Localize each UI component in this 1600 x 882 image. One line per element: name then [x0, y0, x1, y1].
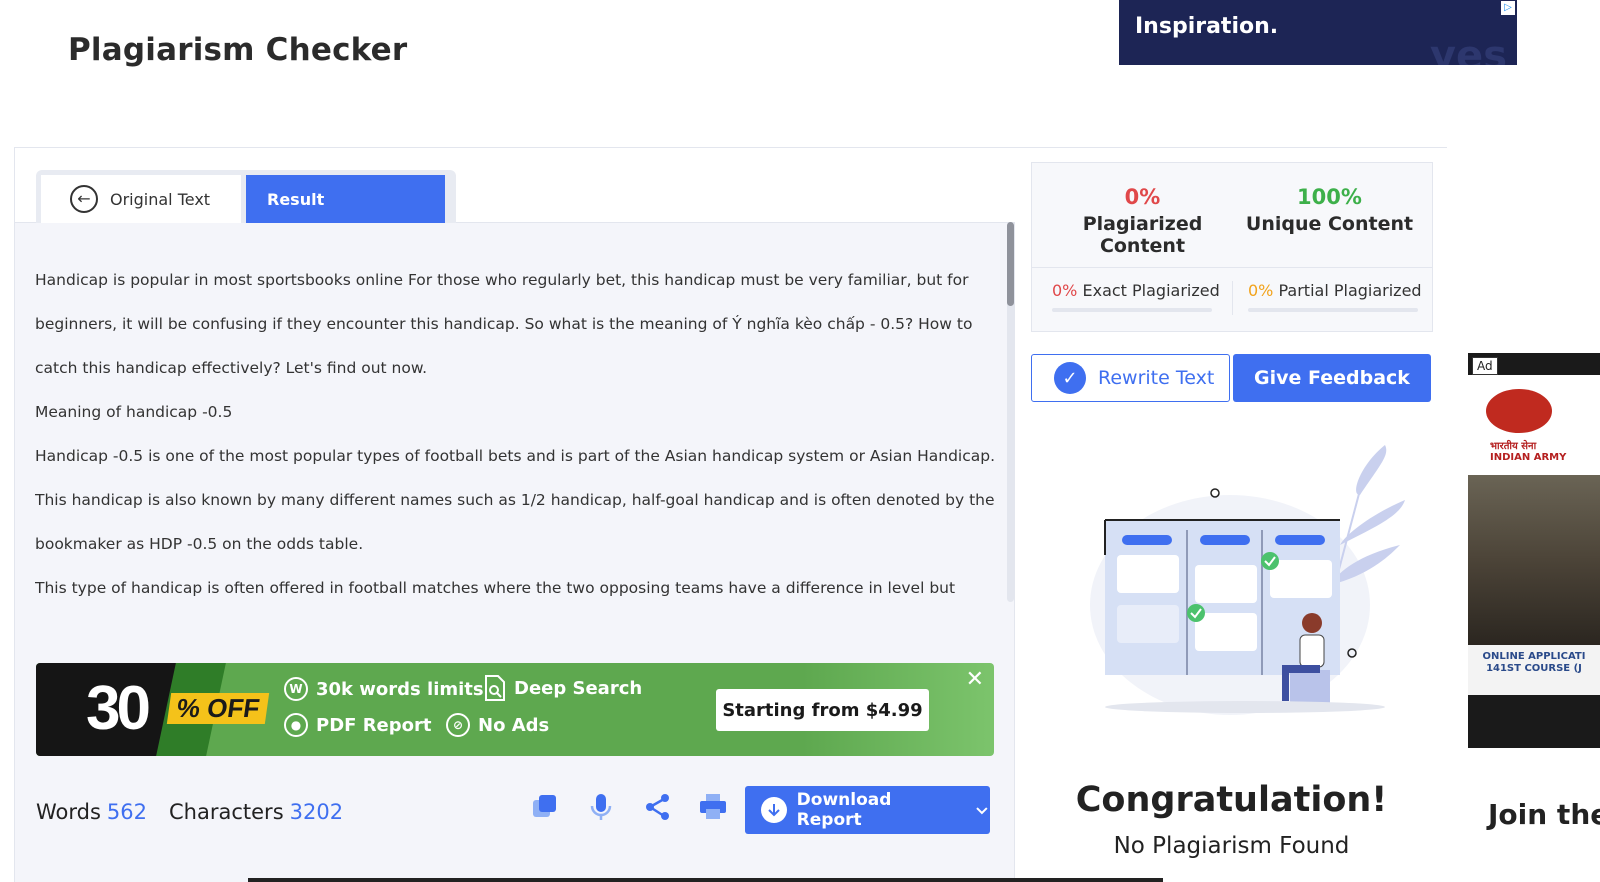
rewrite-text-button[interactable]: ✓ Rewrite Text	[1031, 354, 1230, 402]
result-subline: No Plagiarism Found	[1113, 833, 1350, 859]
unique-score: 100% Unique Content	[1237, 185, 1422, 235]
side-ad-info: ONLINE APPLICATI 141ST COURSE (J	[1468, 645, 1600, 695]
scrollbar-thumb[interactable]	[1007, 222, 1014, 306]
check-icon: ✓	[1054, 362, 1086, 394]
plagiarized-pct: 0%	[1124, 185, 1161, 209]
result-headline: Congratulation!	[1075, 780, 1388, 820]
rewrite-label: Rewrite Text	[1098, 367, 1215, 389]
page: Plagiarism Checker Inspiration. yes ▷ ← …	[0, 0, 1600, 882]
promo-feature-label: PDF Report	[316, 714, 432, 736]
side-banner-ad[interactable]: Ad भारतीय सेना INDIAN ARMY ONLINE APPLIC…	[1468, 353, 1600, 748]
promo-feature-no-ads: ⊘ No Ads	[446, 713, 549, 737]
no-plagiarism-illustration	[1090, 445, 1405, 715]
result-text-area[interactable]: Handicap is popular in most sportsbooks …	[35, 258, 995, 598]
promo-feature-deep-search: Deep Search	[484, 675, 642, 701]
adchoices-icon[interactable]: ▷	[1501, 1, 1515, 15]
char-count: Characters 3202	[169, 800, 343, 824]
promo-banner[interactable]: 30 % OFF W 30k words limits Deep Search …	[36, 663, 994, 756]
unique-label: Unique Content	[1245, 213, 1414, 235]
partial-label: Partial Plagiarized	[1278, 281, 1422, 300]
exact-bar	[1052, 308, 1212, 312]
top-banner-ad[interactable]: Inspiration. yes ▷	[1119, 0, 1517, 65]
promo-feature-label: Deep Search	[514, 677, 643, 699]
close-icon[interactable]: ✕	[966, 667, 984, 692]
text-paragraph: Meaning of handicap -0.5	[35, 403, 233, 421]
tab-original-label: Original Text	[110, 189, 211, 209]
promo-big-number: 30	[86, 674, 151, 743]
unique-pct: 100%	[1297, 185, 1362, 209]
side-ad-photo	[1468, 475, 1600, 645]
page-title: Plagiarism Checker	[68, 32, 408, 68]
text-scrollbar[interactable]	[1007, 222, 1014, 602]
user-circle-icon: ●	[284, 713, 308, 737]
sub-score-divider	[1232, 281, 1233, 315]
w-circle-icon: W	[284, 677, 308, 701]
exact-pct: 0%	[1052, 281, 1078, 300]
promo-feature-pdf: ● PDF Report	[284, 713, 432, 737]
plagiarized-score: 0% Plagiarized Content	[1050, 185, 1235, 257]
bottom-edge	[248, 878, 1163, 882]
word-count-label: Words	[36, 800, 101, 824]
score-divider	[1032, 267, 1432, 268]
top-ad-headline: Inspiration.	[1135, 14, 1279, 39]
no-ads-icon: ⊘	[446, 713, 470, 737]
partial-pct: 0%	[1248, 281, 1274, 300]
partial-bar	[1248, 308, 1418, 312]
exact-label: Exact Plagiarized	[1082, 281, 1220, 300]
score-box: 0% Plagiarized Content 100% Unique Conte…	[1031, 162, 1433, 332]
side-ad-bottom	[1468, 695, 1600, 748]
side-ad-join-text[interactable]: Join the	[1488, 798, 1600, 831]
text-paragraph: Handicap -0.5 is one of the most popular…	[35, 447, 995, 553]
arrow-left-icon: ←	[70, 185, 98, 213]
tab-result[interactable]: Result	[246, 175, 445, 223]
army-label: भारतीय सेना INDIAN ARMY	[1490, 438, 1566, 463]
char-count-label: Characters	[169, 800, 284, 824]
char-count-value: 3202	[289, 800, 344, 824]
copy-icon[interactable]	[530, 792, 560, 822]
promo-cta-button[interactable]: Starting from $4.99	[716, 689, 929, 731]
document-search-icon	[485, 675, 505, 701]
chevron-down-icon	[976, 807, 988, 815]
give-feedback-button[interactable]: Give Feedback	[1233, 354, 1431, 402]
download-report-label: Download Report	[796, 790, 892, 830]
exact-plagiarized: 0% Exact Plagiarized	[1052, 281, 1220, 300]
top-ad-ghost-text: yes	[1429, 33, 1507, 65]
print-icon[interactable]	[698, 792, 728, 822]
info-line-2: 141ST COURSE (J	[1486, 663, 1582, 674]
download-icon	[761, 797, 787, 823]
tab-original-text[interactable]: ← Original Text	[41, 175, 241, 223]
promo-feature-label: 30k words limits	[316, 678, 484, 700]
word-count: Words 562	[36, 800, 147, 824]
army-line-english: INDIAN ARMY	[1490, 452, 1567, 463]
promo-feature-label: No Ads	[478, 714, 550, 736]
army-emblem-icon	[1486, 389, 1552, 433]
share-icon[interactable]	[642, 792, 672, 822]
ad-tag: Ad	[1472, 357, 1498, 375]
text-paragraph: This type of handicap is often offered i…	[35, 579, 956, 597]
army-line-hindi: भारतीय सेना	[1490, 441, 1537, 452]
plagiarized-label: Plagiarized Content	[1082, 213, 1203, 257]
partial-plagiarized: 0% Partial Plagiarized	[1248, 281, 1422, 300]
info-line-1: ONLINE APPLICATI	[1482, 651, 1586, 662]
promo-feature-words: W 30k words limits	[284, 677, 484, 701]
microphone-icon[interactable]	[586, 792, 616, 822]
text-paragraph: Handicap is popular in most sportsbooks …	[35, 271, 973, 377]
promo-pct-off: % OFF	[166, 693, 270, 724]
word-count-value: 562	[106, 800, 148, 824]
tab-result-label: Result	[267, 189, 325, 209]
download-report-button[interactable]: Download Report	[745, 786, 990, 834]
